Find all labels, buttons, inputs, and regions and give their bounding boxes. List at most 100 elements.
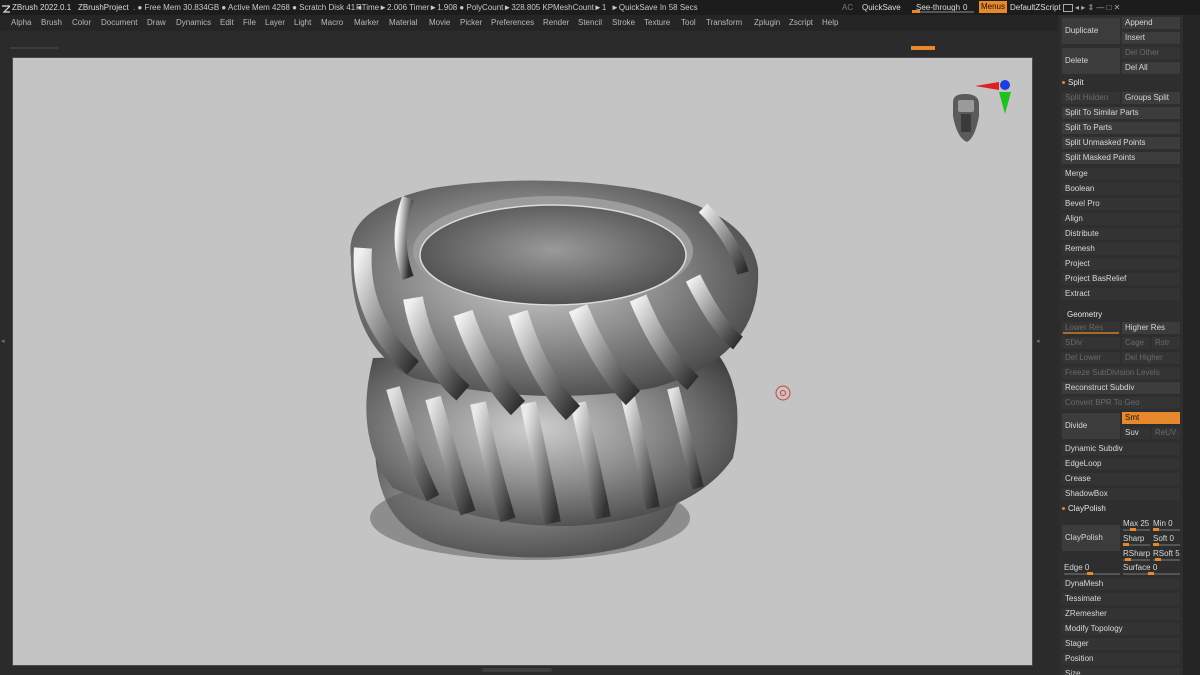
insert-button[interactable]: Insert — [1122, 32, 1180, 44]
split-parts-button[interactable]: Split To Parts — [1062, 122, 1180, 134]
merge-button[interactable]: Merge — [1062, 168, 1180, 180]
suv-toggle[interactable]: Suv — [1122, 427, 1150, 439]
window-controls[interactable]: ◂ ▸ ⇕ — □ ✕ — [1075, 0, 1120, 15]
menu-stroke[interactable]: Stroke — [612, 15, 635, 31]
menu-texture[interactable]: Texture — [644, 15, 670, 31]
project-basrelief-button[interactable]: Project BasRelief — [1062, 273, 1180, 285]
menu-tool[interactable]: Tool — [681, 15, 696, 31]
size-button[interactable]: Size — [1062, 668, 1180, 675]
axis-gizmo-icon[interactable] — [943, 76, 1013, 146]
quicksave-button[interactable]: QuickSave — [862, 0, 901, 15]
geometry-header[interactable]: Geometry — [1067, 309, 1102, 321]
append-button[interactable]: Append — [1122, 17, 1180, 29]
menu-picker[interactable]: Picker — [460, 15, 482, 31]
smt-toggle[interactable]: Smt — [1122, 412, 1180, 424]
dynamesh-button[interactable]: DynaMesh — [1062, 578, 1180, 590]
delete-button[interactable]: Delete — [1062, 48, 1120, 74]
default-zscript-button[interactable]: DefaultZScript — [1010, 0, 1061, 15]
menu-edit[interactable]: Edit — [220, 15, 234, 31]
shadowbox-button[interactable]: ShadowBox — [1062, 488, 1180, 500]
menus-toggle[interactable]: Menus — [979, 1, 1007, 13]
position-button[interactable]: Position — [1062, 653, 1180, 665]
distribute-button[interactable]: Distribute — [1062, 228, 1180, 240]
dynamic-subdiv-button[interactable]: Dynamic Subdiv — [1062, 443, 1180, 455]
duplicate-button[interactable]: Duplicate — [1062, 18, 1120, 44]
del-lower-button[interactable]: Del Lower — [1062, 352, 1120, 364]
cage-button[interactable]: Cage — [1122, 337, 1150, 349]
rstr-button[interactable]: Rstr — [1152, 337, 1180, 349]
del-higher-button[interactable]: Del Higher — [1122, 352, 1180, 364]
menu-document[interactable]: Document — [101, 15, 137, 31]
freeze-subdiv-button[interactable]: Freeze SubDivision Levels — [1062, 367, 1180, 379]
sdiv-slider[interactable]: SDiv — [1062, 337, 1120, 349]
see-through-knob[interactable] — [912, 10, 920, 13]
toggle-panel-icon[interactable] — [1063, 4, 1073, 12]
project-name[interactable]: ZBrushProject — [78, 0, 129, 15]
split-unmasked-button[interactable]: Split Unmasked Points — [1062, 137, 1180, 149]
menu-help[interactable]: Help — [822, 15, 838, 31]
extract-button[interactable]: Extract — [1062, 288, 1180, 300]
edgeloop-button[interactable]: EdgeLoop — [1062, 458, 1180, 470]
menu-movie[interactable]: Movie — [429, 15, 450, 31]
menu-alpha[interactable]: Alpha — [11, 15, 31, 31]
sharp-knob[interactable] — [1123, 543, 1129, 546]
align-button[interactable]: Align — [1062, 213, 1180, 225]
split-masked-button[interactable]: Split Masked Points — [1062, 152, 1180, 164]
divide-button[interactable]: Divide — [1062, 413, 1120, 439]
reuv-button[interactable]: ReUV — [1152, 427, 1180, 439]
menu-file[interactable]: File — [243, 15, 256, 31]
menu-dynamics[interactable]: Dynamics — [176, 15, 211, 31]
claypolish-header[interactable]: ClayPolish — [1062, 503, 1106, 515]
del-other-button[interactable]: Del Other — [1122, 47, 1180, 59]
split-header[interactable]: Split — [1062, 77, 1084, 89]
menu-preferences[interactable]: Preferences — [491, 15, 534, 31]
min-knob[interactable] — [1153, 528, 1159, 531]
menu-zplugin[interactable]: Zplugin — [754, 15, 780, 31]
menu-render[interactable]: Render — [543, 15, 569, 31]
split-hidden-button[interactable]: Split Hidden — [1062, 92, 1120, 104]
convert-bpr-button[interactable]: Convert BPR To Geo — [1062, 397, 1180, 409]
canvas-viewport[interactable] — [12, 57, 1033, 666]
boolean-button[interactable]: Boolean — [1062, 183, 1180, 195]
rsoft-knob[interactable] — [1155, 558, 1161, 561]
menu-macro[interactable]: Macro — [321, 15, 343, 31]
menu-color[interactable]: Color — [72, 15, 91, 31]
bevel-pro-button[interactable]: Bevel Pro — [1062, 198, 1180, 210]
sculpt-model[interactable] — [13, 58, 1032, 665]
remesh-button[interactable]: Remesh — [1062, 243, 1180, 255]
menu-stencil[interactable]: Stencil — [578, 15, 602, 31]
claypolish-button[interactable]: ClayPolish — [1062, 525, 1120, 551]
reconstruct-subdiv-button[interactable]: Reconstruct Subdiv — [1062, 382, 1180, 394]
sdiv-slider-track[interactable] — [1063, 332, 1119, 334]
rsharp-knob[interactable] — [1125, 558, 1131, 561]
ac-button[interactable]: AC — [842, 0, 853, 15]
menu-draw[interactable]: Draw — [147, 15, 166, 31]
project-button[interactable]: Project — [1062, 258, 1180, 270]
split-similar-button[interactable]: Split To Similar Parts — [1062, 107, 1180, 119]
modify-topology-button[interactable]: Modify Topology — [1062, 623, 1180, 635]
menu-layer[interactable]: Layer — [265, 15, 285, 31]
max-knob[interactable] — [1130, 528, 1136, 531]
del-all-button[interactable]: Del All — [1122, 62, 1180, 74]
panel-scrollbar[interactable] — [1183, 15, 1200, 675]
zremesher-button[interactable]: ZRemesher — [1062, 608, 1180, 620]
right-shelf-toggle-icon[interactable]: ◂ — [1036, 337, 1040, 345]
higher-res-button[interactable]: Higher Res — [1122, 322, 1180, 334]
menu-marker[interactable]: Marker — [354, 15, 379, 31]
menu-zscript[interactable]: Zscript — [789, 15, 813, 31]
soft-knob[interactable] — [1153, 543, 1159, 546]
menu-transform[interactable]: Transform — [706, 15, 742, 31]
menu-material[interactable]: Material — [389, 15, 417, 31]
crease-button[interactable]: Crease — [1062, 473, 1180, 485]
left-shelf-toggle-icon[interactable]: ◂ — [1, 337, 5, 345]
edge-knob[interactable] — [1087, 572, 1093, 575]
see-through-slider[interactable] — [912, 11, 974, 13]
max-track[interactable] — [1123, 529, 1150, 531]
tessimate-button[interactable]: Tessimate — [1062, 593, 1180, 605]
menu-brush[interactable]: Brush — [41, 15, 62, 31]
stager-button[interactable]: Stager — [1062, 638, 1180, 650]
menu-light[interactable]: Light — [294, 15, 311, 31]
groups-split-button[interactable]: Groups Split — [1122, 92, 1180, 104]
surface-knob[interactable] — [1148, 572, 1154, 575]
bottom-shelf-toggle[interactable] — [482, 668, 552, 672]
